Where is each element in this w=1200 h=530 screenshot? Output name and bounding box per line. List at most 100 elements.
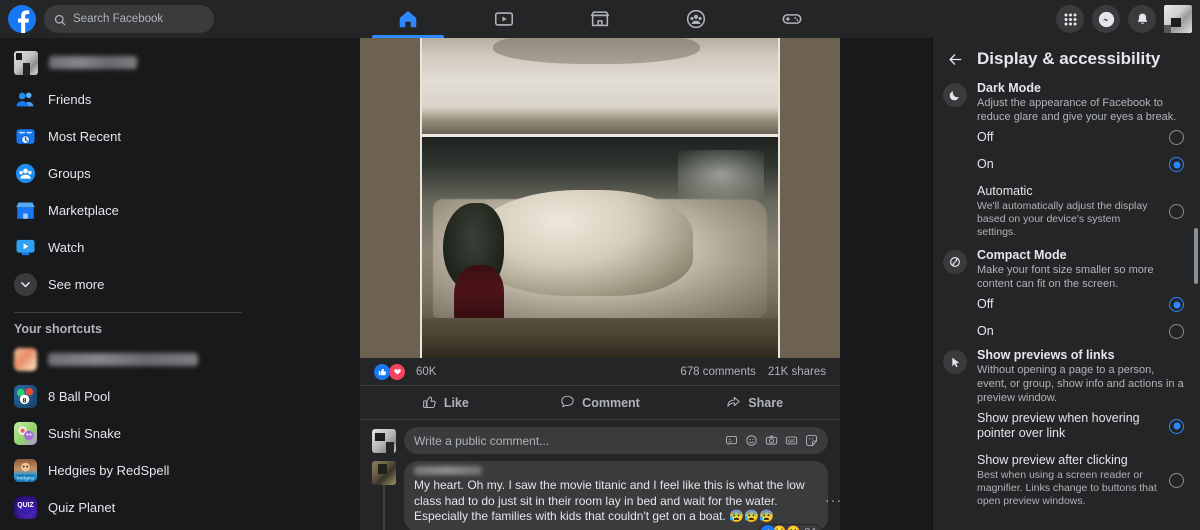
radio-preview-after-click[interactable]: [1169, 473, 1184, 488]
sidebar-profile-name-redacted: [49, 56, 137, 69]
nav-tab-marketplace[interactable]: [552, 0, 648, 38]
panel-scrollbar[interactable]: [1194, 228, 1198, 284]
grid-menu-icon[interactable]: [1056, 5, 1084, 33]
shortcut-item-hedgies[interactable]: hedgies Hedgies by RedSpell: [8, 452, 352, 489]
comments-count[interactable]: 678 comments: [680, 366, 755, 378]
sidebar-item-label: Groups: [48, 166, 91, 181]
setting-text: Compact Mode Make your font size smaller…: [977, 248, 1186, 291]
profile-avatar-icon: [14, 50, 38, 75]
reaction-summary[interactable]: 60K: [374, 363, 436, 380]
radio-dark-mode-off[interactable]: [1169, 130, 1184, 145]
sidebar-item-most-recent[interactable]: Most Recent: [8, 118, 352, 155]
option-compact-mode-off[interactable]: Off: [943, 291, 1186, 318]
share-button[interactable]: Share: [677, 389, 832, 417]
groups-icon: [14, 162, 37, 185]
radio-compact-mode-off[interactable]: [1169, 297, 1184, 312]
svg-text:hedgies: hedgies: [16, 476, 34, 482]
sidebar-item-watch[interactable]: Watch: [8, 229, 352, 266]
shares-count[interactable]: 21K shares: [768, 366, 826, 378]
nav-tab-groups[interactable]: [648, 0, 744, 38]
sidebar-item-label: Most Recent: [48, 129, 121, 144]
comment-author-name-redacted: [414, 466, 482, 475]
gif-icon[interactable]: GIF: [785, 434, 798, 447]
shortcut-item-hidden[interactable]: [8, 341, 352, 378]
comment-thread-line: [383, 484, 385, 530]
sidebar-item-label: Friends: [48, 92, 92, 107]
groups-icon: [685, 8, 707, 30]
panel-header: Display & accessibility: [943, 38, 1186, 78]
camera-icon[interactable]: [765, 434, 778, 447]
sidebar-item-see-more[interactable]: See more: [8, 266, 352, 303]
comment-input[interactable]: Write a public comment... GIF: [404, 427, 828, 454]
shortcut-item-8-ball-pool[interactable]: 8 8 Ball Pool: [8, 378, 352, 415]
radio-preview-on-hover[interactable]: [1169, 418, 1184, 434]
ellipsis-icon[interactable]: ···: [825, 492, 840, 508]
share-label: Share: [748, 395, 784, 410]
option-label: Automatic: [977, 184, 1033, 198]
nav-tab-watch[interactable]: [456, 0, 552, 38]
hedgies-icon: hedgies: [14, 459, 37, 482]
like-button[interactable]: Like: [368, 389, 523, 417]
thumbs-up-reaction-icon: [374, 363, 390, 380]
option-preview-on-hover[interactable]: Show preview when hovering pointer over …: [943, 405, 1186, 447]
search-placeholder: Search Facebook: [73, 13, 164, 25]
comment-input-placeholder: Write a public comment...: [414, 433, 550, 448]
comment-reactions[interactable]: 😢😗 34: [757, 523, 822, 530]
facebook-logo[interactable]: [8, 5, 36, 33]
option-compact-mode-on[interactable]: On: [943, 318, 1186, 345]
radio-dark-mode-on[interactable]: [1169, 157, 1184, 172]
option-main: Show preview after clicking Best when us…: [977, 453, 1161, 508]
watch-icon: [14, 236, 37, 259]
comment-bubble: My heart. Oh my. I saw the movie titanic…: [404, 461, 828, 530]
radio-dark-mode-automatic[interactable]: [1169, 204, 1184, 219]
option-label: Show preview after clicking: [977, 453, 1128, 467]
option-sublabel: We'll automatically adjust the display b…: [977, 200, 1148, 238]
search-input[interactable]: Search Facebook: [44, 5, 214, 33]
smiley-icon[interactable]: [745, 434, 758, 447]
account-avatar[interactable]: [1164, 5, 1192, 33]
option-dark-mode-automatic[interactable]: Automatic We'll automatically adjust the…: [943, 178, 1186, 245]
setting-link-previews: Show previews of links Without opening a…: [943, 345, 1186, 405]
topbar-nav-tabs: [360, 0, 840, 38]
gamepad-icon: [781, 8, 803, 30]
sushi-snake-icon: [14, 422, 37, 445]
moon-icon: [943, 83, 967, 107]
option-label: Off: [977, 297, 994, 311]
sticker-icon[interactable]: [805, 434, 818, 447]
option-preview-after-click[interactable]: Show preview after clicking Best when us…: [943, 447, 1186, 514]
option-main: Automatic We'll automatically adjust the…: [977, 184, 1161, 239]
setting-description: Make your font size smaller so more cont…: [977, 264, 1154, 290]
left-sidebar: Friends Most Recent Groups Marketplace W: [0, 38, 360, 530]
nav-tab-gaming[interactable]: [744, 0, 840, 38]
photo-floor: [422, 318, 778, 358]
sidebar-item-marketplace[interactable]: Marketplace: [8, 192, 352, 229]
option-dark-mode-off[interactable]: Off: [943, 124, 1186, 151]
comment-author-avatar[interactable]: [372, 461, 396, 485]
comment-reaction-emojis: 😢😗: [773, 526, 800, 530]
emoji-keyboard-icon[interactable]: [725, 434, 738, 447]
post-stats-row: 60K 678 comments 21K shares: [360, 358, 840, 386]
option-label: Show preview when hovering pointer over …: [977, 411, 1140, 440]
shortcut-item-sushi-snake[interactable]: Sushi Snake: [8, 415, 352, 452]
back-arrow-icon[interactable]: [947, 51, 964, 68]
comment-reaction-count: 34: [804, 526, 816, 530]
bell-icon[interactable]: [1128, 5, 1156, 33]
messenger-icon[interactable]: [1092, 5, 1120, 33]
comment-button[interactable]: Comment: [523, 389, 678, 417]
video-icon: [493, 8, 515, 30]
marketplace-icon: [14, 199, 37, 222]
quiz-planet-icon: QUIZ: [14, 496, 37, 519]
option-dark-mode-on[interactable]: On: [943, 151, 1186, 178]
post-photo[interactable]: [360, 38, 840, 358]
cursor-icon: [943, 350, 967, 374]
post-counts: 678 comments 21K shares: [680, 366, 826, 378]
sidebar-item-friends[interactable]: Friends: [8, 81, 352, 118]
radio-compact-mode-on[interactable]: [1169, 324, 1184, 339]
page-title: Display & accessibility: [977, 49, 1161, 68]
shortcut-item-quiz-planet[interactable]: QUIZ Quiz Planet: [8, 489, 352, 526]
nav-tab-home[interactable]: [360, 0, 456, 38]
store-icon: [589, 8, 611, 30]
sidebar-item-profile[interactable]: [8, 44, 352, 81]
sidebar-item-groups[interactable]: Groups: [8, 155, 352, 192]
option-label: Off: [977, 130, 994, 144]
